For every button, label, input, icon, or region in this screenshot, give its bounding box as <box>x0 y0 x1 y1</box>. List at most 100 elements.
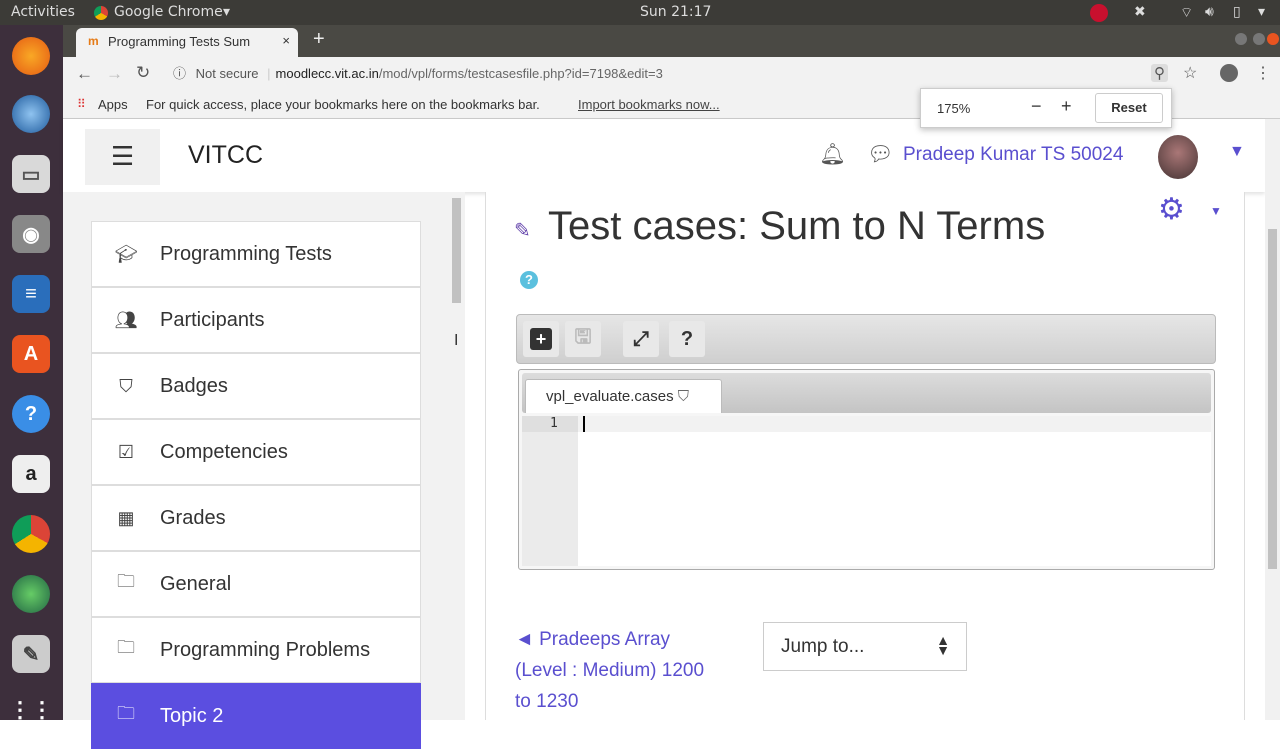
file-tab-label: vpl_evaluate.cases <box>546 388 674 405</box>
battery-icon[interactable]: ▯ <box>1233 4 1241 20</box>
hamburger-menu-button[interactable]: ☰ <box>85 129 160 185</box>
show-apps-icon[interactable]: ⋮⋮ <box>9 691 53 729</box>
jump-to-select[interactable]: Jump to... ▲ ▼ <box>763 622 967 671</box>
gear-icon[interactable]: ⚙ <box>1158 192 1185 227</box>
zoom-icon[interactable]: ⚲ <box>1151 64 1168 82</box>
folder-icon: 🗀 <box>117 571 135 591</box>
chrome-icon <box>94 6 108 20</box>
sidebar-item-programming-tests[interactable]: 🎓︎ Programming Tests <box>91 221 421 287</box>
sidebar-scrollbar[interactable] <box>452 198 461 303</box>
file-tab[interactable]: vpl_evaluate.cases ⛉ <box>525 379 722 413</box>
table-icon: ▦ <box>117 507 135 528</box>
editor-panel: vpl_evaluate.cases ⛉ 1 <box>518 369 1215 570</box>
new-tab-button[interactable]: + <box>313 28 325 51</box>
volume-icon[interactable]: 🔊︎ <box>1205 4 1214 20</box>
record-icon[interactable] <box>1090 4 1108 22</box>
chrome-menu-icon[interactable]: ⋮ <box>1255 63 1271 83</box>
sidebar-item-label: Grades <box>160 506 226 529</box>
browser-toolbar: ← → ↻ ⓘ Not secure | moodlecc.vit.ac.in/m… <box>63 57 1280 91</box>
import-bookmarks-link[interactable]: Import bookmarks now... <box>578 97 720 112</box>
system-menu-icon[interactable]: ▾ <box>1258 4 1265 20</box>
bell-icon[interactable]: 🔔︎ <box>819 143 846 167</box>
tab-title: Programming Tests Sum <box>108 34 251 49</box>
url-path: /mod/vpl/forms/testcasesfile.php?id=7198… <box>378 66 663 81</box>
help-icon[interactable]: ? <box>12 395 50 433</box>
avatar[interactable] <box>1158 135 1198 179</box>
sidebar-item-topic-2[interactable]: 🗀 Topic 2 <box>91 683 421 749</box>
info-icon: ⓘ <box>173 66 187 81</box>
question-icon: ? <box>680 327 694 350</box>
zoom-in-button[interactable]: + <box>1061 96 1072 117</box>
apps-button[interactable]: Apps <box>98 97 128 112</box>
folder-icon: 🗀 <box>117 703 135 723</box>
bookmark-star-icon[interactable]: ☆ <box>1183 63 1197 83</box>
sidebar-item-label: Topic 2 <box>160 704 224 727</box>
minimize-icon[interactable] <box>1235 33 1247 45</box>
dropbox-icon[interactable]: ✖ <box>1134 4 1146 20</box>
close-window-icon[interactable] <box>1267 33 1279 45</box>
user-name[interactable]: Pradeep Kumar TS 50024 <box>903 144 1123 166</box>
shield-icon: ⛉ <box>677 388 690 405</box>
sidebar-item-label: Badges <box>160 374 228 397</box>
bookmarks-hint: For quick access, place your bookmarks h… <box>146 97 540 112</box>
site-name[interactable]: VITCC <box>188 141 263 170</box>
settings-chevron-icon[interactable]: ▼ <box>1210 204 1222 218</box>
messages-icon[interactable]: 💬︎ <box>867 143 894 167</box>
notes-icon[interactable]: ✎ <box>12 635 50 673</box>
sidebar-item-badges[interactable]: ⛉ Badges <box>91 353 421 419</box>
zoom-reset-label: Reset <box>1111 100 1147 115</box>
app-menu[interactable]: Google Chrome <box>114 4 223 20</box>
text-caret <box>583 416 585 432</box>
page-title: Test cases: Sum to N Terms <box>548 204 1046 248</box>
extension-icon[interactable] <box>1220 64 1238 82</box>
forward-icon[interactable]: → <box>106 64 123 84</box>
help-button[interactable]: ? <box>669 321 705 357</box>
sidebar-item-grades[interactable]: ▦ Grades <box>91 485 421 551</box>
browser-tab[interactable]: m Programming Tests Sum × <box>76 28 298 57</box>
help-icon[interactable]: ? <box>520 271 538 289</box>
zoom-out-button[interactable]: − <box>1031 96 1042 117</box>
moodle-favicon: m <box>88 34 99 48</box>
code-editor[interactable]: 1 <box>522 416 1211 566</box>
wifi-icon[interactable]: ⌔ <box>1180 4 1193 22</box>
save-button[interactable]: 🖫 <box>565 321 601 357</box>
sidebar-item-programming-problems[interactable]: 🗀 Programming Problems <box>91 617 421 683</box>
add-file-button[interactable]: + <box>523 321 559 357</box>
sidebar-item-label: Programming Problems <box>160 638 371 661</box>
back-icon[interactable]: ← <box>76 64 93 84</box>
plus-icon: + <box>530 328 552 350</box>
user-menu-chevron-icon[interactable]: ▼ <box>1229 143 1245 161</box>
select-arrows-icon: ▲ ▼ <box>936 632 950 658</box>
site-navbar: ☰ VITCC 🔔︎ 💬︎ Pradeep Kumar TS 50024 ▼ <box>63 119 1265 192</box>
zoom-reset-button[interactable]: Reset <box>1095 93 1163 123</box>
sidebar-item-participants[interactable]: 👥︎ Participants <box>91 287 421 353</box>
address-bar[interactable]: ⓘ Not secure | moodlecc.vit.ac.in/mod/vpl… <box>163 60 1203 88</box>
page-scrollbar[interactable] <box>1265 119 1280 720</box>
zoom-popup: 175% − + Reset <box>920 88 1172 128</box>
activities-button[interactable]: Activities <box>11 4 75 20</box>
sidebar-item-label: Participants <box>160 308 265 331</box>
previous-activity-link[interactable]: ◄ Pradeeps Array (Level : Medium) 1200 t… <box>515 624 705 717</box>
firefox-icon[interactable] <box>12 37 50 75</box>
thunderbird-icon[interactable] <box>12 95 50 133</box>
maximize-icon[interactable] <box>1253 33 1265 45</box>
fullscreen-button[interactable]: ⤢ <box>623 321 659 357</box>
clock[interactable]: Sun 21:17 <box>640 4 711 20</box>
save-icon: 🖫 <box>574 326 592 348</box>
sidebar-item-general[interactable]: 🗀 General <box>91 551 421 617</box>
reload-icon[interactable]: ↻ <box>136 63 150 83</box>
writer-icon[interactable]: ≡ <box>12 275 50 313</box>
software-icon[interactable]: A <box>12 335 50 373</box>
file-tabs: vpl_evaluate.cases ⛉ <box>522 373 1211 413</box>
files-icon[interactable]: ▭ <box>12 155 50 193</box>
close-tab-icon[interactable]: × <box>278 33 290 48</box>
amazon-icon[interactable]: a <box>12 455 50 493</box>
chrome-dock-icon[interactable] <box>12 515 50 553</box>
rhythmbox-icon[interactable]: ◉ <box>12 215 50 253</box>
globe-icon[interactable] <box>12 575 50 613</box>
folder-icon: 🗀 <box>117 637 135 657</box>
sidebar-item-competencies[interactable]: ☑ Competencies <box>91 419 421 485</box>
system-top-bar: Activities Google Chrome ▾ Sun 21:17 ✖ ⌔… <box>0 0 1280 25</box>
expand-icon: ⤢ <box>633 327 649 350</box>
line-number: 1 <box>550 416 558 431</box>
